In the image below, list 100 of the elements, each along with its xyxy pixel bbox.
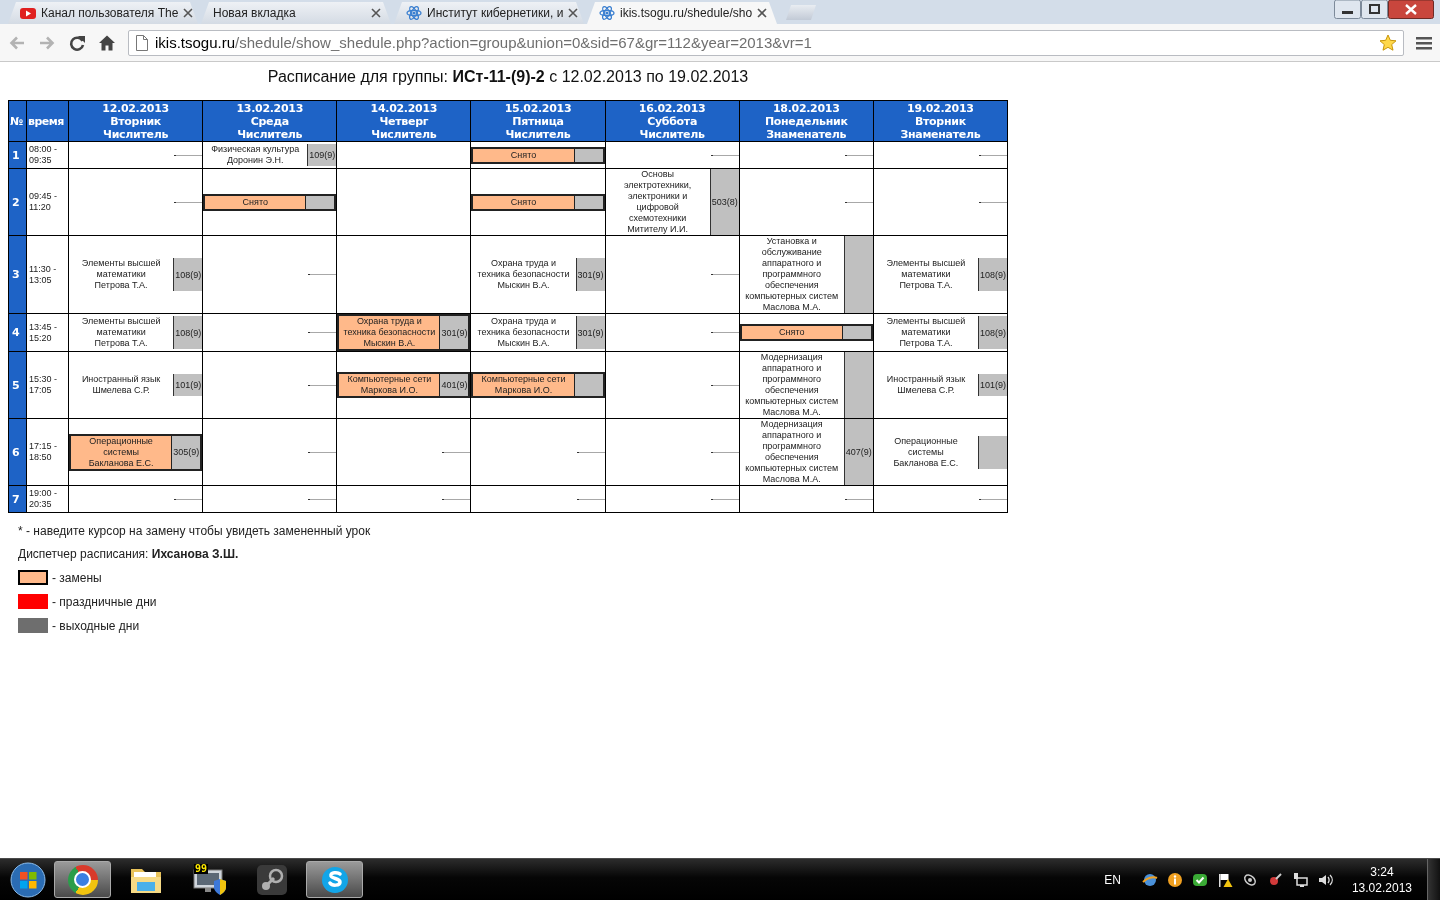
dash-line [710, 498, 739, 500]
check-icon[interactable] [1191, 871, 1208, 888]
menu-icon[interactable] [1416, 35, 1432, 50]
time-cell: 11:30 - 13:05 [26, 235, 69, 314]
subject-name: Иностранный язык [80, 374, 162, 385]
flag-icon[interactable] [1216, 871, 1233, 888]
row-number: 5 [8, 351, 27, 419]
room-number: 305(9) [171, 435, 201, 469]
close-icon[interactable] [757, 8, 768, 18]
clock[interactable]: 3:24 13.02.2013 [1351, 863, 1412, 896]
close-icon[interactable] [568, 8, 579, 18]
home-button[interactable] [98, 33, 116, 52]
dash-line [174, 154, 203, 156]
legend-label: - выходные дни [52, 618, 140, 633]
start-button[interactable] [8, 859, 48, 900]
address-field[interactable]: ikis.tsogu.ru/shedule/show_shedule.php?action=group&union=0&sid=67&gr=112&year=2013&vr=1 [128, 29, 1404, 56]
note-text: * - наведите курсор на замену чтобы увидеть замененный урок [18, 524, 372, 538]
subject-name: Модернизация аппаратного и программного обеспечения компьютерных систем [744, 419, 840, 474]
lesson-label: Снято [509, 149, 538, 161]
lesson-label: Снято [241, 196, 269, 208]
header-week-type: Числитель [638, 127, 706, 141]
room-number: 503(8) [709, 169, 739, 235]
header-week-type: Числитель [102, 127, 170, 141]
header-week-type: Числитель [370, 127, 438, 141]
show-desktop-button[interactable] [1427, 859, 1440, 900]
room-number: 108(9) [173, 258, 203, 291]
taskbar-button[interactable] [306, 861, 363, 898]
browser-tab[interactable]: Канал пользователя The [8, 2, 198, 24]
row-number: 6 [8, 418, 27, 486]
subject-name: Операционные системы [88, 435, 154, 458]
subject-name: Элементы высшей математики [80, 258, 162, 280]
info-icon[interactable] [1166, 871, 1183, 888]
teacher-name: Маслова М.А. [761, 302, 822, 313]
satellite-icon[interactable] [1241, 871, 1258, 888]
dash-line [308, 274, 337, 275]
room-number: 108(9) [978, 316, 1007, 349]
teacher-name: Мыскин В.А. [362, 338, 417, 349]
time-cell: 19:00 - 20:35 [26, 485, 69, 513]
close-icon[interactable] [371, 8, 381, 18]
row-number: 7 [8, 485, 27, 513]
dash-line [710, 384, 739, 386]
header-week-type: Числитель [236, 127, 304, 141]
dash-line [174, 201, 203, 203]
subject-name: Элементы высшей математики [885, 316, 967, 338]
dash-line [844, 154, 873, 156]
page-title: Расписание для группы: ИСт-11-(9)-2 с 12.02.2013 по 19.02.2013 [267, 68, 749, 85]
taskbar-button[interactable]: 99 [180, 861, 237, 898]
room-number: 301(9) [575, 258, 605, 291]
header-weekday: Вторник [913, 114, 967, 128]
teacher-name: Шмелева С.Р. [91, 385, 151, 396]
lesson-label: Снято [778, 327, 806, 338]
header-weekday: Пятница [511, 114, 565, 128]
atom-icon [406, 5, 422, 21]
dash-line [844, 201, 873, 203]
windows-logo-icon [10, 861, 46, 898]
time-cell: 17:15 - 18:50 [26, 418, 69, 486]
minimize-button[interactable] [1334, 0, 1361, 19]
teacher-name: Петрова Т.А. [898, 338, 954, 349]
room-number: 109(9) [307, 144, 337, 166]
row-number: 4 [8, 313, 27, 352]
header-week-type: Числитель [504, 127, 572, 141]
dash-line [174, 498, 203, 500]
teacher-name: Петрова Т.А. [93, 338, 149, 349]
globe-icon[interactable] [1141, 871, 1158, 888]
legend-label: - праздничные дни [52, 594, 157, 609]
language-indicator[interactable]: EN [1104, 872, 1121, 887]
page-icon [135, 34, 149, 51]
network-icon[interactable] [1291, 871, 1308, 888]
room-number: 301(9) [439, 316, 469, 349]
teacher-name: Петрова Т.А. [93, 280, 149, 291]
taskbar-button[interactable] [54, 861, 111, 898]
teacher-name: Митителу И.И. [626, 224, 689, 235]
dash-line [710, 154, 739, 156]
subject-name: Охрана труда и техника безопасности [476, 258, 571, 280]
atom-icon [599, 5, 615, 21]
legend-label: - замены [52, 570, 102, 585]
dash-line [710, 332, 739, 333]
row-number: 1 [8, 141, 27, 169]
color-wheel-icon [67, 864, 98, 895]
star-icon[interactable] [1379, 33, 1397, 52]
teacher-name: Бакланова Е.С. [892, 457, 960, 469]
room-number: 108(9) [173, 316, 203, 349]
clock-time: 3:24 [1370, 863, 1394, 880]
column-header: № [8, 100, 27, 142]
dash-line [442, 498, 471, 500]
header-weekday: Суббота [646, 114, 699, 128]
room-number: 101(9) [173, 374, 203, 396]
close-button[interactable] [1388, 0, 1434, 19]
close-icon[interactable] [183, 8, 194, 18]
reload-button[interactable] [68, 33, 86, 52]
header-date: 16.02.2013 [637, 101, 707, 115]
row-number: 2 [8, 168, 27, 236]
room-number: 101(9) [978, 374, 1007, 396]
browser-tab[interactable]: Институт кибернетики, и [394, 2, 584, 24]
teacher-name: Петрова Т.А. [898, 280, 954, 291]
dispatcher-text: Диспетчер расписания: Ихсанова З.Ш. [18, 547, 240, 561]
browser-tab[interactable]: ikis.tsogu.ru/shedule/sho [587, 2, 777, 24]
maximize-button[interactable] [1361, 0, 1388, 19]
browser-tab[interactable]: Новая вкладка [201, 2, 391, 24]
teacher-name: Маслова М.А. [761, 407, 822, 418]
